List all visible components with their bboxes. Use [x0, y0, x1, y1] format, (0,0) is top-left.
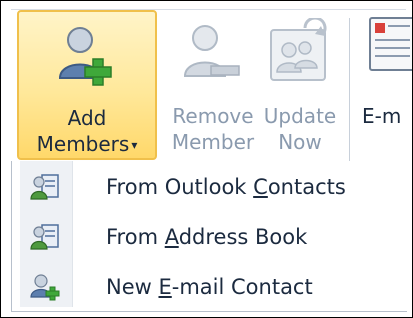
menu-item-from-outlook-contacts[interactable]: From Outlook Contacts: [20, 167, 400, 207]
remove-member-label-line2: Member: [171, 130, 255, 154]
menu-item-label: From Address Book: [106, 223, 307, 251]
menu-item-from-address-book[interactable]: From Address Book: [20, 217, 400, 257]
ribbon-group-members: Add Members ▾ Remove Member Update Now E…: [11, 9, 412, 172]
menu-item-label-part: ontacts: [267, 175, 346, 199]
new-email-contact-icon: [30, 273, 60, 301]
update-now-icon: [265, 16, 335, 90]
add-members-icon: [54, 22, 124, 92]
remove-member-icon: [177, 20, 247, 90]
menu-item-label-part: From: [106, 225, 165, 249]
update-now-button[interactable]: Update Now: [259, 10, 341, 160]
address-book-icon: [30, 223, 60, 251]
add-members-button[interactable]: Add Members ▾: [17, 10, 157, 160]
window-frame: Add Members ▾ Remove Member Update Now E…: [0, 0, 413, 318]
menu-item-new-email-contact[interactable]: New E-mail Contact: [20, 267, 400, 307]
ribbon-separator: [349, 18, 350, 166]
menu-item-label-part: -mail Contact: [171, 275, 313, 299]
add-members-label-line2: Members ▾: [19, 132, 155, 157]
outlook-contacts-icon: [30, 173, 60, 201]
menu-item-label-part: From Outlook: [106, 175, 254, 199]
menu-item-label-part: ddress Book: [178, 225, 308, 249]
update-now-label-line1: Update: [263, 104, 337, 128]
menu-item-access-key: E: [158, 275, 172, 299]
menu-item-label: From Outlook Contacts: [106, 173, 346, 201]
menu-item-label: New E-mail Contact: [106, 273, 313, 301]
add-members-dropdown-menu: From Outlook Contacts From Address Book: [11, 161, 407, 312]
email-icon: [368, 14, 412, 84]
add-members-label-text: Members: [36, 132, 130, 156]
add-members-label-line1: Add: [67, 106, 107, 130]
remove-member-label-line1: Remove: [172, 104, 254, 128]
email-button[interactable]: E-m: [356, 10, 412, 160]
menu-item-access-key: A: [164, 225, 179, 249]
update-now-label-line2: Now: [278, 130, 322, 154]
email-label: E-m: [362, 104, 402, 128]
remove-member-button[interactable]: Remove Member: [163, 10, 263, 160]
menu-item-access-key: C: [253, 175, 268, 199]
menu-item-label-part: New: [106, 275, 159, 299]
dropdown-arrow-icon[interactable]: ▾: [131, 133, 137, 157]
